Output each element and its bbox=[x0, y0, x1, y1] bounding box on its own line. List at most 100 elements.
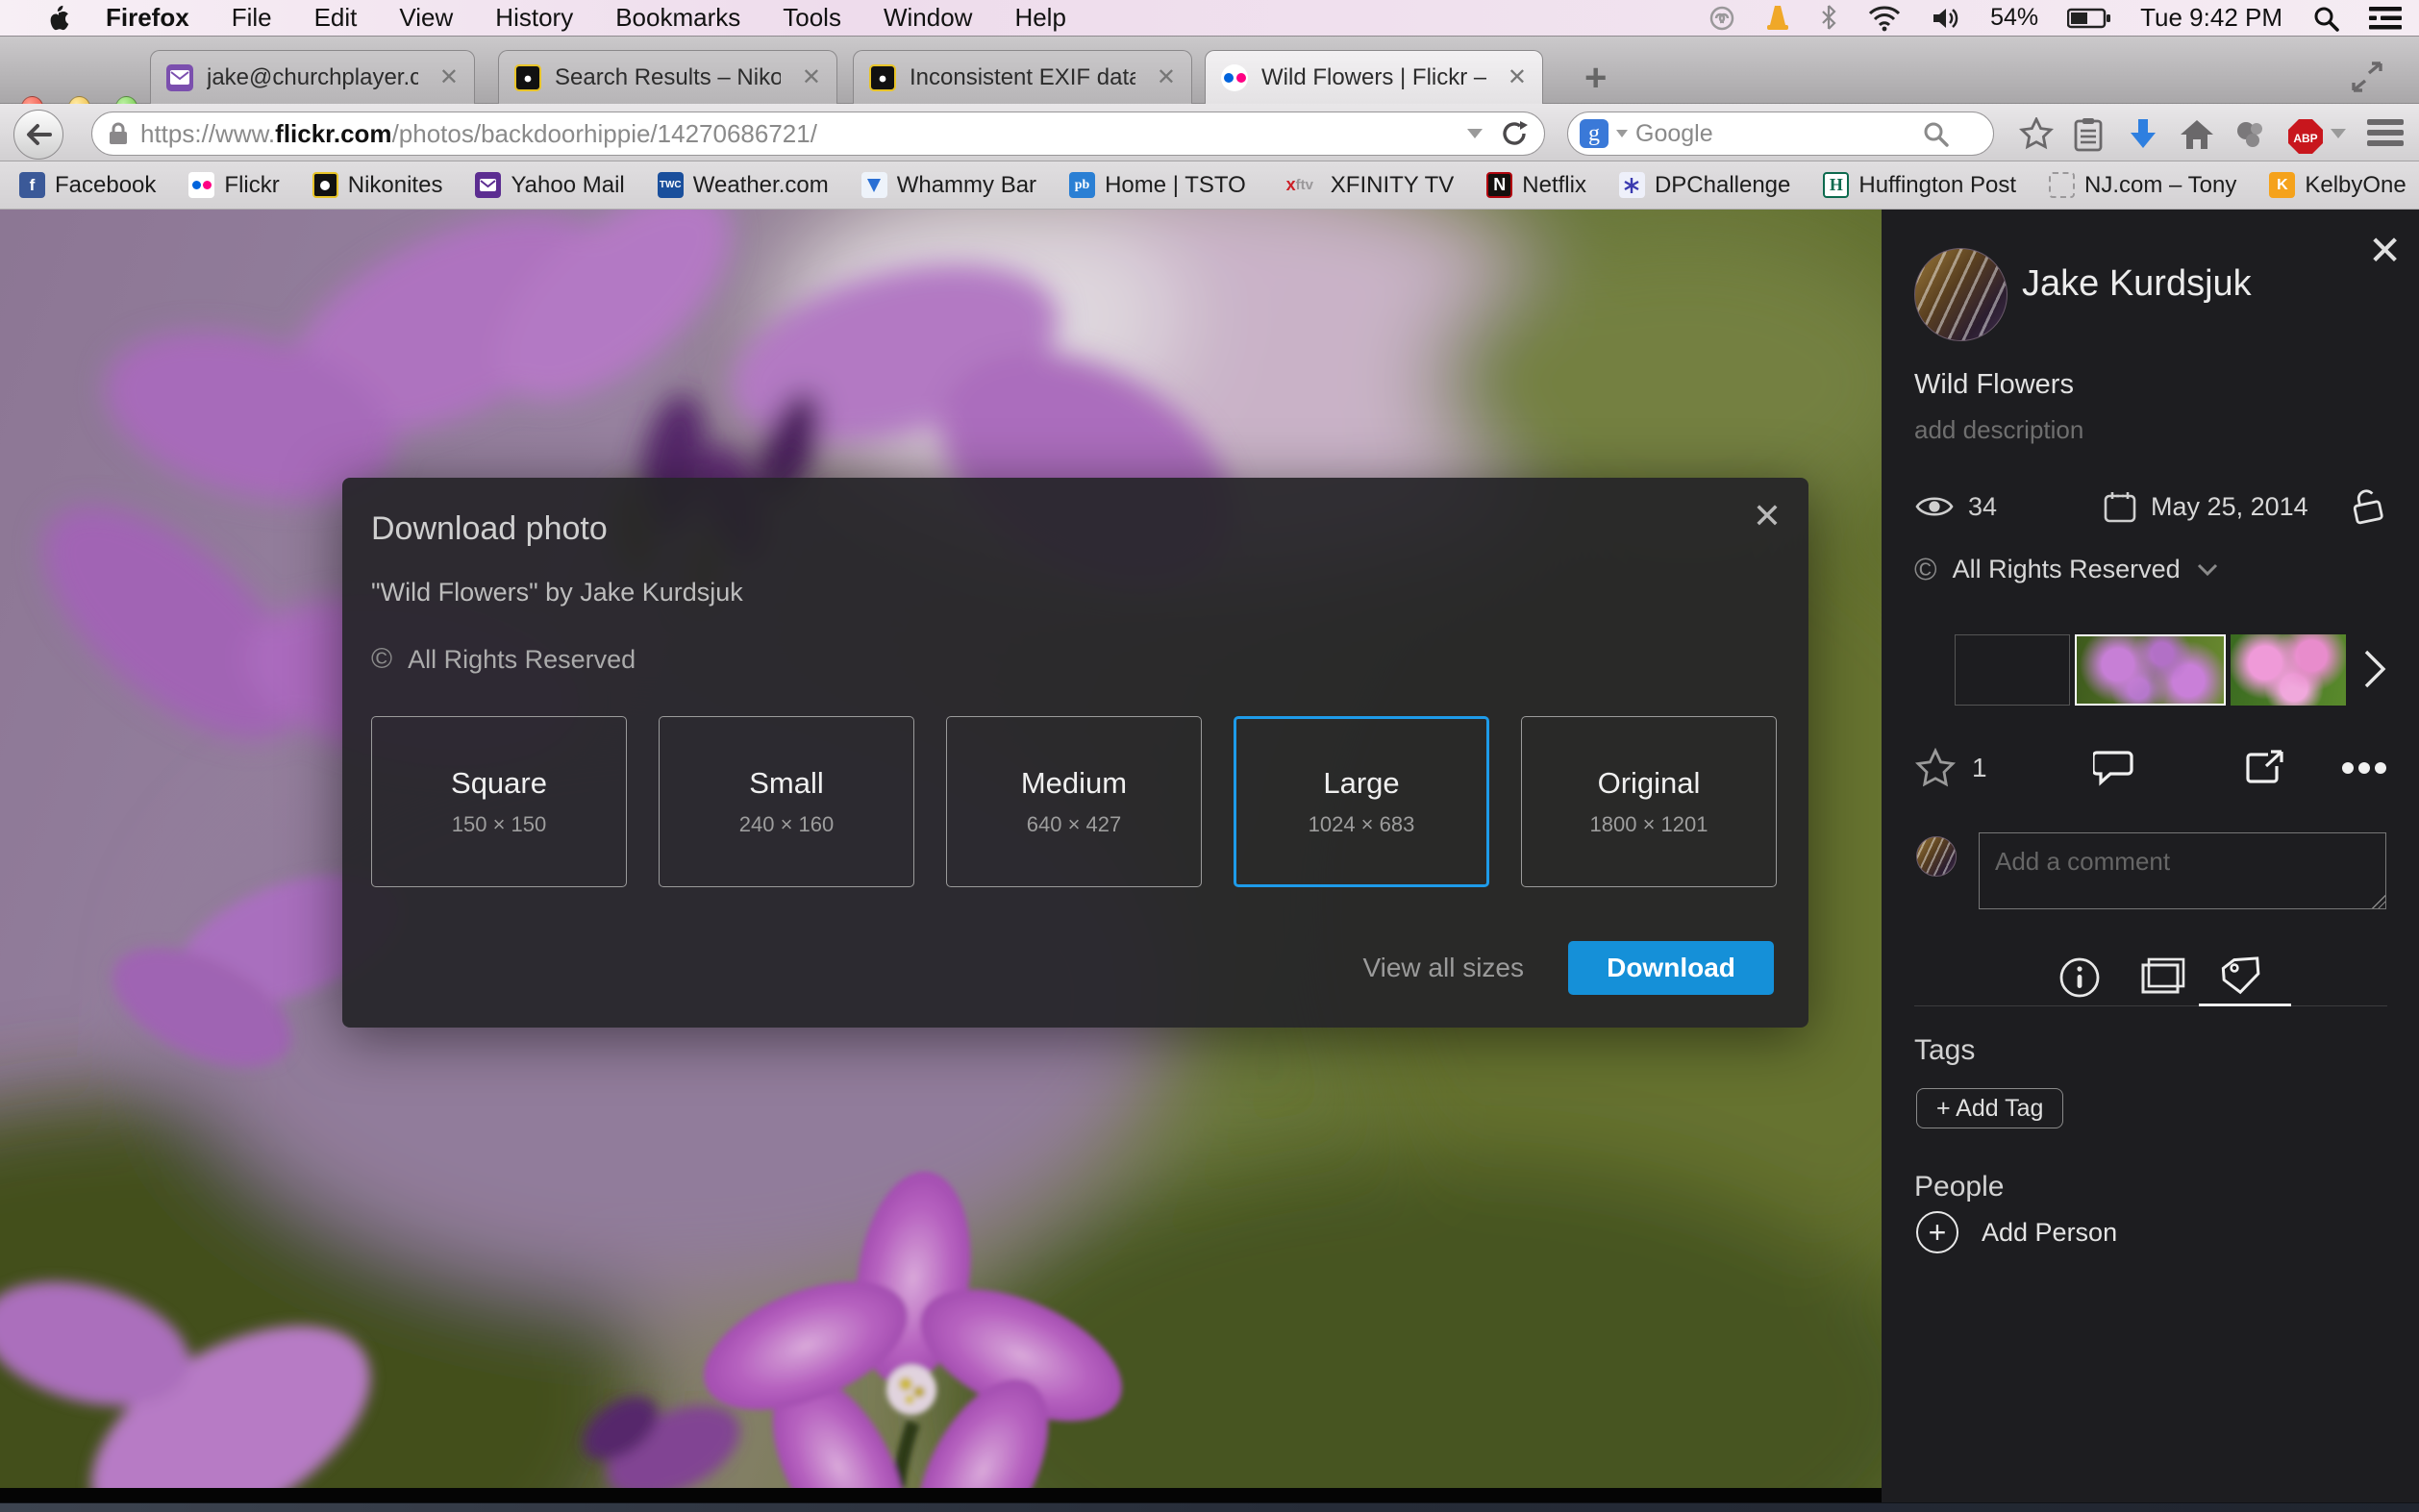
bookmark-star-icon[interactable] bbox=[2019, 117, 2054, 150]
tab-mail[interactable]: jake@churchplayer.com – ... ✕ bbox=[150, 50, 475, 104]
comment-bubble-icon[interactable] bbox=[2093, 749, 2135, 787]
unlock-privacy-icon[interactable] bbox=[2347, 486, 2387, 527]
owner-avatar[interactable] bbox=[1914, 248, 2008, 341]
photo-stats-row: 34 May 25, 2014 bbox=[1914, 486, 2387, 527]
tab-title: Inconsistent EXIF data fro... bbox=[910, 64, 1135, 91]
extension-icon[interactable] bbox=[2232, 117, 2267, 152]
bookmark-netflix[interactable]: N Netflix bbox=[1486, 172, 1586, 199]
more-options-icon[interactable] bbox=[2341, 761, 2387, 775]
filmstrip-next-thumb[interactable] bbox=[2231, 634, 2346, 706]
home-icon[interactable] bbox=[2179, 117, 2215, 152]
bookmark-flickr[interactable]: Flickr bbox=[188, 172, 279, 199]
fave-count: 1 bbox=[1972, 753, 1987, 783]
tags-heading: Tags bbox=[1914, 1034, 1975, 1067]
tags-tab-icon[interactable] bbox=[2220, 955, 2266, 998]
bookmark-whammy-bar[interactable]: Whammy Bar bbox=[861, 172, 1036, 199]
size-option-medium[interactable]: Medium 640 × 427 bbox=[946, 716, 1202, 887]
search-magnifier-icon[interactable] bbox=[1922, 120, 1949, 147]
bookmark-nikonites[interactable]: Nikonites bbox=[312, 172, 443, 199]
notification-center-icon[interactable] bbox=[2369, 5, 2402, 32]
battery-icon[interactable] bbox=[2067, 6, 2111, 31]
bookmark-huffpost[interactable]: H Huffington Post bbox=[1823, 172, 2016, 199]
download-button[interactable]: Download bbox=[1568, 941, 1774, 995]
new-tab-button[interactable]: + bbox=[1584, 63, 1607, 92]
volume-icon[interactable] bbox=[1931, 4, 1961, 33]
tab-close-icon[interactable]: ✕ bbox=[1157, 63, 1176, 91]
adblock-plus-icon[interactable]: ABP bbox=[2286, 117, 2325, 156]
menu-help[interactable]: Help bbox=[1014, 3, 1065, 33]
bookmark-facebook[interactable]: f Facebook bbox=[19, 172, 156, 199]
creative-cloud-icon[interactable] bbox=[1708, 4, 1736, 33]
add-person-button[interactable]: + Add Person bbox=[1916, 1211, 2117, 1253]
bookmark-tsto[interactable]: pb Home | TSTO bbox=[1069, 172, 1246, 199]
info-tab-icon[interactable] bbox=[2057, 955, 2102, 1000]
menu-window[interactable]: Window bbox=[884, 3, 972, 33]
tab-nikonites-search[interactable]: Search Results – Nikonites ✕ bbox=[498, 50, 837, 104]
license-row[interactable]: © All Rights Reserved bbox=[1914, 552, 2219, 587]
tab-close-icon[interactable]: ✕ bbox=[1508, 63, 1527, 91]
reading-list-icon[interactable] bbox=[2073, 117, 2104, 152]
search-engine-dropdown-icon[interactable] bbox=[1616, 130, 1628, 137]
bookmark-xfinity[interactable]: xftv XFINITY TV bbox=[1279, 172, 1454, 199]
google-logo-icon: g bbox=[1580, 119, 1609, 148]
add-description-link[interactable]: add description bbox=[1914, 415, 2083, 445]
fullscreen-icon[interactable] bbox=[2348, 60, 2386, 94]
menu-firefox[interactable]: Firefox bbox=[106, 3, 189, 33]
photo-title[interactable]: Wild Flowers bbox=[1914, 369, 2074, 401]
size-option-square[interactable]: Square 150 × 150 bbox=[371, 716, 627, 887]
menu-clock[interactable]: Tue 9:42 PM bbox=[2140, 3, 2282, 33]
tab-flickr-active[interactable]: Wild Flowers | Flickr – Pho... ✕ bbox=[1205, 50, 1543, 104]
view-all-sizes-link[interactable]: View all sizes bbox=[1362, 953, 1524, 983]
bookmark-dpchallenge[interactable]: DPChallenge bbox=[1619, 172, 1790, 199]
tab-close-icon[interactable]: ✕ bbox=[802, 63, 821, 91]
apple-logo-icon[interactable] bbox=[44, 4, 73, 33]
dialog-close-icon[interactable]: ✕ bbox=[1753, 499, 1782, 533]
size-option-small[interactable]: Small 240 × 160 bbox=[659, 716, 914, 887]
adblock-dropdown-icon[interactable] bbox=[2331, 129, 2346, 138]
search-input[interactable] bbox=[1635, 120, 1914, 148]
menu-history[interactable]: History bbox=[495, 3, 573, 33]
sidebar-close-icon[interactable]: ✕ bbox=[2368, 227, 2402, 274]
url-dropdown-icon[interactable] bbox=[1467, 129, 1483, 138]
menu-tools[interactable]: Tools bbox=[783, 3, 841, 33]
twc-icon: TWC bbox=[658, 172, 684, 198]
spotlight-search-icon[interactable] bbox=[2311, 4, 2340, 33]
menu-hamburger-icon[interactable] bbox=[2367, 119, 2404, 148]
owner-name[interactable]: Jake Kurdsjuk bbox=[2022, 263, 2252, 305]
placeholder-favicon bbox=[2049, 172, 2075, 198]
textarea-resize-grip[interactable] bbox=[2372, 895, 2385, 908]
back-button[interactable] bbox=[13, 110, 63, 160]
copyright-icon: © bbox=[371, 643, 392, 676]
size-option-large-selected[interactable]: Large 1024 × 683 bbox=[1234, 716, 1489, 887]
firefox-tab-bar: jake@churchplayer.com – ... ✕ Search Res… bbox=[0, 37, 2419, 104]
menu-view[interactable]: View bbox=[399, 3, 453, 33]
bookmark-njcom[interactable]: NJ.com – Tony bbox=[2049, 172, 2236, 199]
add-tag-button[interactable]: + Add Tag bbox=[1916, 1088, 2063, 1128]
reload-icon[interactable] bbox=[1500, 119, 1529, 148]
filmstrip-prev-slot[interactable] bbox=[1955, 634, 2070, 706]
filmstrip-chevron-right-icon[interactable] bbox=[2362, 648, 2387, 690]
bookmark-kelbyone[interactable]: K KelbyOne bbox=[2269, 172, 2406, 199]
menu-edit[interactable]: Edit bbox=[314, 3, 358, 33]
wifi-icon[interactable] bbox=[1867, 4, 1902, 33]
share-icon[interactable] bbox=[2243, 749, 2285, 787]
filmstrip-current-thumb[interactable] bbox=[2075, 634, 2226, 706]
bookmark-yahoo-mail[interactable]: Yahoo Mail bbox=[475, 172, 624, 199]
downloads-icon[interactable] bbox=[2127, 117, 2159, 152]
date-taken[interactable]: May 25, 2014 bbox=[2151, 492, 2308, 522]
window-bottom-edge bbox=[0, 1502, 2419, 1512]
url-bar[interactable]: https://www.flickr.com/photos/backdoorhi… bbox=[91, 112, 1545, 156]
mail-favicon bbox=[166, 64, 193, 91]
size-option-original[interactable]: Original 1800 × 1201 bbox=[1521, 716, 1777, 887]
albums-tab-icon[interactable] bbox=[2139, 955, 2187, 998]
tab-close-icon[interactable]: ✕ bbox=[439, 63, 459, 91]
search-bar[interactable]: g bbox=[1567, 112, 1994, 156]
cone-status-icon[interactable] bbox=[1765, 4, 1790, 33]
bluetooth-icon[interactable] bbox=[1819, 4, 1838, 33]
tab-exif[interactable]: Inconsistent EXIF data fro... ✕ bbox=[853, 50, 1192, 104]
comment-input[interactable] bbox=[1979, 832, 2386, 909]
menu-bookmarks[interactable]: Bookmarks bbox=[615, 3, 740, 33]
menu-file[interactable]: File bbox=[232, 3, 272, 33]
fave-star-icon[interactable] bbox=[1914, 748, 1957, 788]
bookmark-weather[interactable]: TWC Weather.com bbox=[658, 172, 829, 199]
